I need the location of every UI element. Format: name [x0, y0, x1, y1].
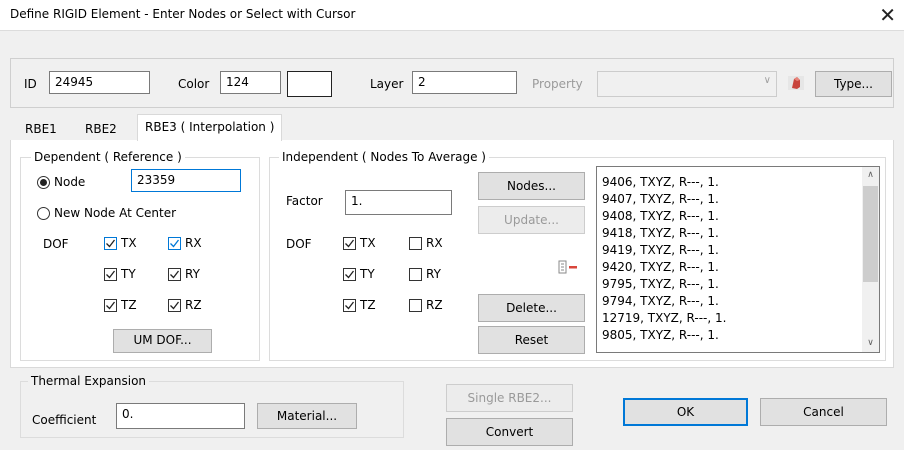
ind-rz-checkbox[interactable] — [409, 299, 422, 312]
ind-tx-checkbox[interactable] — [343, 237, 356, 250]
list-scrollbar[interactable]: ∧ ∨ — [862, 167, 879, 352]
thermal-title: Thermal Expansion — [28, 374, 150, 388]
dep-ry-checkbox[interactable] — [168, 268, 181, 281]
dep-tx-checkbox[interactable] — [104, 237, 117, 250]
ind-rz-label: RZ — [426, 298, 443, 312]
scroll-thumb[interactable] — [863, 186, 878, 282]
title-bar: Define RIGID Element - Enter Nodes or Se… — [0, 0, 904, 31]
layer-field[interactable]: 2 — [412, 71, 517, 94]
dep-ty-checkbox[interactable] — [104, 268, 117, 281]
ind-ry-label: RY — [426, 267, 441, 281]
delete-button[interactable]: Delete... — [478, 294, 585, 322]
remove-list-icon[interactable] — [557, 259, 579, 277]
dependent-title: Dependent ( Reference ) — [31, 150, 185, 164]
list-item[interactable]: 9795, TXYZ, R---, 1. — [602, 277, 719, 291]
scroll-up-icon[interactable]: ∧ — [862, 167, 879, 184]
dep-tx-label: TX — [121, 236, 137, 250]
list-item[interactable]: 9794, TXYZ, R---, 1. — [602, 294, 719, 308]
tab-rbe2[interactable]: RBE2 — [78, 119, 124, 140]
node-radio[interactable] — [37, 176, 50, 189]
dep-tz-checkbox[interactable] — [104, 299, 117, 312]
tab-rbe1[interactable]: RBE1 — [18, 119, 64, 140]
cancel-button[interactable]: Cancel — [760, 398, 887, 426]
list-item[interactable]: 9805, TXYZ, R---, 1. — [602, 328, 719, 342]
um-dof-button[interactable]: UM DOF... — [113, 329, 212, 353]
dependent-dof-label: DOF — [43, 237, 69, 251]
ind-tz-checkbox[interactable] — [343, 299, 356, 312]
id-field[interactable]: 24945 — [49, 71, 150, 94]
nodes-button[interactable]: Nodes... — [478, 172, 585, 200]
color-swatch[interactable] — [287, 71, 332, 97]
ind-ty-label: TY — [360, 267, 375, 281]
new-node-option-label: New Node At Center — [54, 206, 177, 220]
id-label: ID — [24, 77, 37, 91]
dep-rz-label: RZ — [185, 298, 202, 312]
material-button[interactable]: Material... — [257, 403, 357, 429]
node-option-label: Node — [54, 175, 86, 189]
dep-tz-label: TZ — [121, 298, 137, 312]
coefficient-label: Coefficient — [32, 413, 97, 427]
ind-ty-checkbox[interactable] — [343, 268, 356, 281]
dep-rx-checkbox[interactable] — [168, 237, 181, 250]
type-button[interactable]: Type... — [815, 71, 892, 97]
ind-tx-label: TX — [360, 236, 376, 250]
ind-rx-checkbox[interactable] — [409, 237, 422, 250]
dep-rx-label: RX — [185, 236, 202, 250]
color-field[interactable]: 124 — [220, 71, 281, 94]
list-item[interactable]: 9420, TXYZ, R---, 1. — [602, 260, 719, 274]
ind-tz-label: TZ — [360, 298, 376, 312]
list-item[interactable]: 12719, TXYZ, R---, 1. — [602, 311, 726, 325]
scroll-down-icon[interactable]: ∨ — [862, 335, 879, 352]
dep-ty-label: TY — [121, 267, 136, 281]
ok-button[interactable]: OK — [623, 398, 748, 426]
property-select[interactable]: ∨ — [597, 71, 777, 97]
list-item[interactable]: 9418, TXYZ, R---, 1. — [602, 226, 719, 240]
independent-dof-label: DOF — [286, 237, 312, 251]
tab-rbe3[interactable]: RBE3 ( Interpolation ) — [137, 114, 283, 141]
single-rbe2-button[interactable]: Single RBE2... — [446, 384, 573, 412]
convert-button[interactable]: Convert — [446, 418, 573, 446]
layer-label: Layer — [370, 77, 404, 91]
dep-ry-label: RY — [185, 267, 200, 281]
window-title: Define RIGID Element - Enter Nodes or Se… — [10, 7, 356, 21]
list-item[interactable]: 9407, TXYZ, R---, 1. — [602, 192, 719, 206]
ind-rx-label: RX — [426, 236, 443, 250]
property-label: Property — [532, 77, 583, 91]
close-icon[interactable]: ✕ — [879, 2, 896, 28]
chevron-down-icon: ∨ — [763, 75, 771, 86]
independent-title: Independent ( Nodes To Average ) — [279, 150, 489, 164]
dep-rz-checkbox[interactable] — [168, 299, 181, 312]
ind-ry-checkbox[interactable] — [409, 268, 422, 281]
list-item[interactable]: 9408, TXYZ, R---, 1. — [602, 209, 719, 223]
factor-label: Factor — [286, 194, 323, 208]
factor-field[interactable]: 1. — [345, 190, 452, 215]
new-node-radio[interactable] — [37, 207, 50, 220]
property-icon[interactable] — [786, 73, 806, 93]
coefficient-field[interactable]: 0. — [116, 403, 245, 429]
node-list[interactable]: 9406, TXYZ, R---, 1. 9407, TXYZ, R---, 1… — [596, 166, 880, 353]
color-label: Color — [178, 77, 210, 91]
update-button[interactable]: Update... — [478, 206, 585, 234]
reset-button[interactable]: Reset — [478, 326, 585, 354]
list-item[interactable]: 9419, TXYZ, R---, 1. — [602, 243, 719, 257]
dependent-node-field[interactable]: 23359 — [131, 169, 241, 192]
list-item[interactable]: 9406, TXYZ, R---, 1. — [602, 175, 719, 189]
